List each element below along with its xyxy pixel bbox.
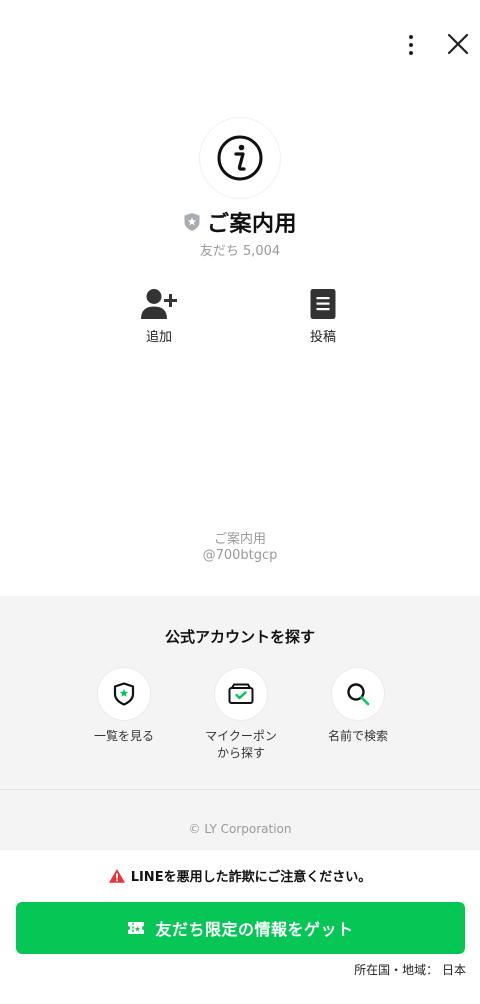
find-accounts-section: 公式アカウントを探す 一覧を見る マイクーポン から探す 名前で検索 © LY … — [0, 596, 480, 854]
my-coupon-label: マイクーポン から探す — [205, 728, 277, 762]
verified-shield-icon — [184, 213, 200, 231]
bottom-panel: LINEを悪用した詐欺にご注意ください。 友だち限定の情報をゲット 所在国・地域… — [0, 850, 480, 1004]
divider — [0, 789, 480, 790]
friends-count: 友だち 5,004 — [199, 244, 281, 259]
profile-name: ご案内用 — [206, 212, 297, 237]
find-section-title: 公式アカウントを探す — [164, 628, 315, 646]
post-button[interactable]: 投稿 — [283, 288, 363, 345]
account-name: ご案内用 — [213, 532, 266, 547]
alert-icon — [108, 868, 125, 883]
profile-name-row: ご案内用 — [0, 206, 480, 238]
post-label: 投稿 — [309, 330, 336, 345]
region-label: 所在国・地域： 日本 — [354, 963, 466, 977]
shield-star-icon — [113, 682, 135, 706]
post-icon — [310, 289, 336, 319]
avatar[interactable] — [200, 118, 280, 198]
top-bar — [0, 0, 480, 90]
fraud-warning: LINEを悪用した詐欺にご注意ください。 — [0, 866, 480, 885]
search-by-name-label: 名前で検索 — [327, 729, 388, 743]
fraud-warning-text: LINEを悪用した詐欺にご注意ください。 — [130, 870, 372, 885]
add-friend-icon — [141, 289, 177, 319]
browse-list-label: 一覧を見る — [93, 729, 154, 743]
more-vertical-icon[interactable] — [398, 32, 424, 58]
browse-list-circle — [98, 668, 150, 720]
search-by-name-button[interactable]: 名前で検索 — [298, 668, 418, 745]
search-icon — [347, 683, 370, 706]
my-coupon-label-line2: から探す — [216, 746, 265, 760]
my-coupon-button[interactable]: マイクーポン から探す — [181, 668, 301, 762]
copyright: © LY Corporation — [188, 822, 292, 836]
get-friend-info-label: 友だち限定の情報をゲット — [155, 920, 354, 939]
add-friend-label: 追加 — [145, 330, 172, 345]
browse-list-button[interactable]: 一覧を見る — [64, 668, 184, 745]
add-friend-button[interactable]: 追加 — [119, 288, 199, 345]
get-friend-info-button[interactable]: 友だち限定の情報をゲット — [16, 902, 465, 954]
info-icon — [217, 135, 263, 181]
my-coupon-label-line1: マイクーポン — [205, 729, 277, 743]
my-coupon-circle — [215, 668, 267, 720]
coupon-icon — [228, 683, 254, 704]
close-icon[interactable] — [444, 30, 472, 58]
ticket-icon — [128, 922, 145, 934]
account-id: @700btgcp — [202, 548, 278, 563]
page: ご案内用 友だち 5,004 追加 投稿 ご案内用 @700btgcp 公式アカ… — [0, 0, 480, 1004]
search-by-name-circle — [332, 668, 384, 720]
